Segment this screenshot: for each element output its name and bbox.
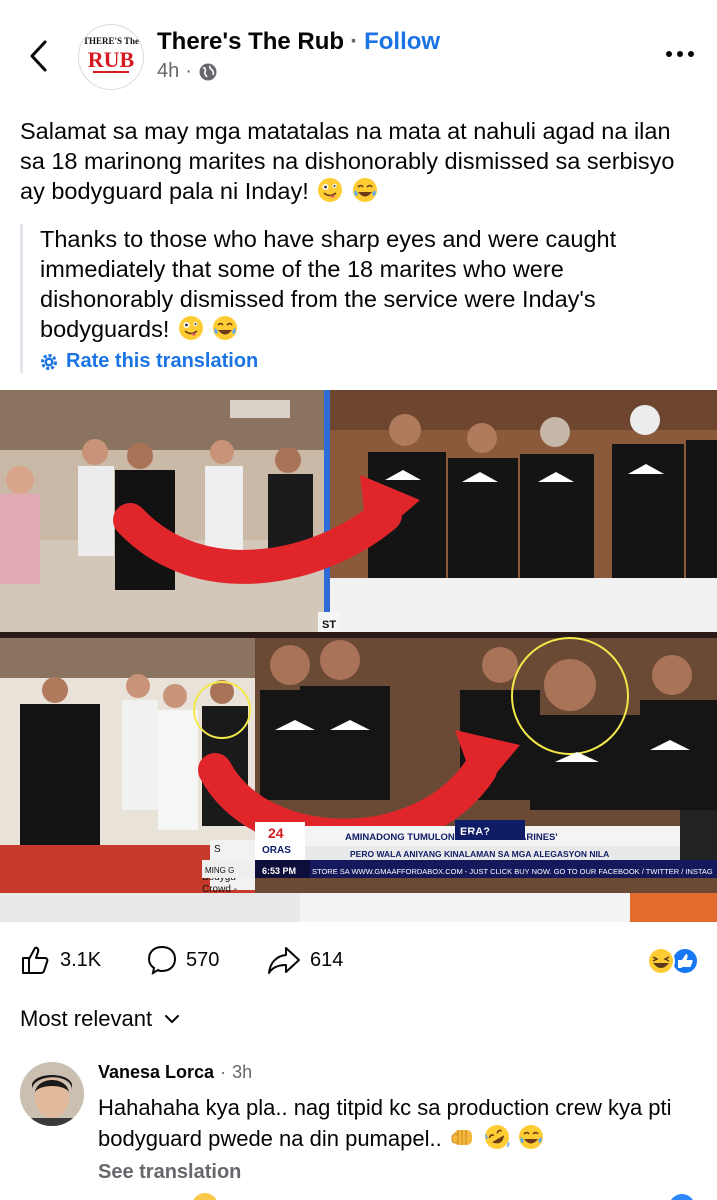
- image-time-badge: 6:53 PM: [262, 866, 296, 876]
- image-logo-oras: ORAS: [262, 845, 291, 856]
- share-button[interactable]: 614: [266, 944, 343, 976]
- more-dot: [677, 51, 683, 57]
- page-avatar[interactable]: THERE'S The RUB: [78, 24, 144, 90]
- comment-header: Vanesa Lorca · 3h: [98, 1062, 252, 1083]
- reactions-bar: 3.1K 570 614: [0, 938, 717, 986]
- post-body: Salamat sa may mga matatalas na mata at …: [20, 118, 675, 204]
- image-caption-line2: PERO WALA ANIYANG KINALAMAN SA MGA ALEGA…: [350, 849, 609, 859]
- reaction-summary[interactable]: [645, 946, 701, 976]
- translation-text: Thanks to those who have sharp eyes and …: [40, 224, 700, 344]
- meta-separator: ·: [185, 60, 192, 82]
- comment-text: Hahahaha kya pla.. nag titpid kc sa prod…: [98, 1092, 698, 1154]
- follow-button[interactable]: Follow: [364, 28, 440, 56]
- post-header: THERE'S The RUB There's The Rub · Follow…: [0, 0, 717, 100]
- commenter-name[interactable]: Vanesa Lorca: [98, 1062, 214, 1083]
- translation-body: Thanks to those who have sharp eyes and …: [40, 226, 617, 342]
- comment-count: 570: [186, 948, 220, 971]
- more-dot: [688, 51, 694, 57]
- gear-icon: [40, 353, 58, 371]
- tears-of-joy-icon: [519, 1125, 544, 1149]
- zany-face-icon: [178, 316, 203, 340]
- zany-face-icon: [318, 178, 343, 202]
- post-image-collage: ST S Bodygu Crowd -: [0, 390, 717, 922]
- image-caption-line1: AMINADONG TUMULONG SA '18 EX-MARINES': [345, 832, 558, 843]
- haha-reaction-icon: [647, 947, 675, 975]
- see-translation-link[interactable]: See translation: [98, 1161, 241, 1184]
- more-options-button[interactable]: [660, 42, 700, 66]
- image-logo-24: 24: [268, 825, 284, 841]
- image-s-label: S: [214, 844, 221, 855]
- thumbs-up-icon: [22, 946, 49, 974]
- rate-translation-link[interactable]: Rate this translation: [40, 350, 700, 373]
- page-name-link[interactable]: There's The Rub: [157, 28, 344, 56]
- reaction-peek-icon: [669, 1194, 695, 1200]
- rolling-laugh-icon: [484, 1125, 510, 1149]
- image-ming-label: MING G: [205, 866, 234, 875]
- back-button[interactable]: [22, 34, 56, 78]
- globe-icon: [199, 63, 217, 80]
- translation-block: Thanks to those who have sharp eyes and …: [20, 224, 700, 373]
- post-meta: 4h ·: [157, 60, 218, 83]
- sort-label: Most relevant: [20, 1006, 153, 1031]
- comment-body: Hahahaha kya pla.. nag titpid kc sa prod…: [98, 1095, 672, 1151]
- reaction-peek-icon: [192, 1193, 218, 1200]
- share-count: 614: [310, 948, 344, 971]
- like-reaction-icon: [671, 947, 699, 975]
- svg-text:THERE'S The: THERE'S The: [83, 36, 139, 46]
- page-name-row: There's The Rub · Follow: [157, 28, 440, 56]
- post-text: Salamat sa may mga matatalas na mata at …: [20, 116, 700, 206]
- comment-separator: ·: [220, 1062, 227, 1082]
- svg-text:RUB: RUB: [88, 47, 135, 72]
- fist-bump-icon: [451, 1130, 472, 1145]
- image-ticker: STORE SA WWW.GMAAFFORDABOX.COM - JUST CL…: [312, 867, 713, 876]
- comment-time[interactable]: 3h: [232, 1062, 252, 1083]
- tears-of-joy-icon: [352, 178, 377, 202]
- tears-of-joy-icon: [213, 316, 238, 340]
- name-separator: ·: [350, 28, 359, 55]
- like-button[interactable]: 3.1K: [20, 944, 101, 976]
- more-horizontal-icon: [666, 51, 672, 57]
- comment-bubble-icon: [147, 945, 177, 976]
- comment-sort-dropdown[interactable]: Most relevant: [20, 1006, 180, 1032]
- chevron-left-icon: [30, 40, 47, 72]
- commenter-avatar[interactable]: [20, 1062, 84, 1126]
- page-logo: THERE'S The RUB: [83, 36, 139, 73]
- image-st-label: ST: [322, 619, 336, 631]
- post-time[interactable]: 4h: [157, 60, 179, 83]
- chevron-down-icon: [165, 1015, 180, 1023]
- like-count: 3.1K: [60, 948, 102, 971]
- rate-translation-label: Rate this translation: [66, 350, 259, 372]
- share-arrow-icon: [268, 947, 300, 974]
- comment-button[interactable]: 570: [146, 944, 219, 976]
- post-image[interactable]: ST S Bodygu Crowd -: [0, 390, 717, 922]
